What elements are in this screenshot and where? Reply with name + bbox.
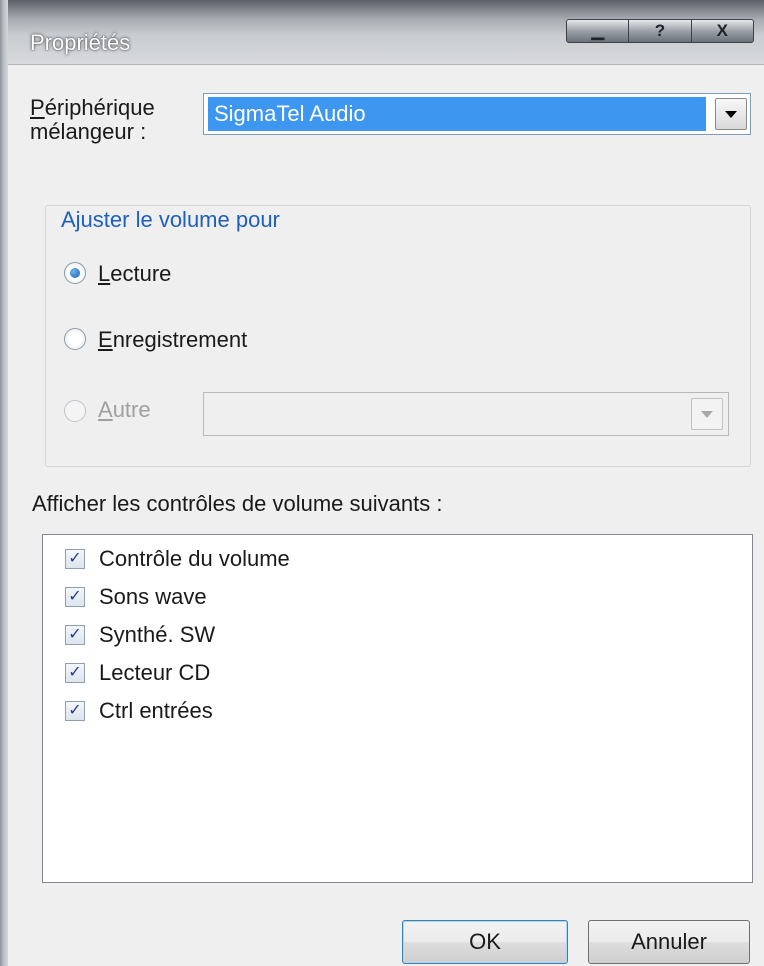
controls-heading: Afficher les contrôles de volume suivant… (32, 491, 443, 516)
radio-other-label: Autre (98, 397, 151, 422)
title-bar[interactable]: Propriétés ▁ ? X (0, 0, 764, 65)
list-item-label: Synthé. SW (99, 622, 216, 647)
properties-dialog: Propriétés ▁ ? X Périphérique mélangeur … (0, 0, 764, 966)
list-item[interactable]: ✓ Contrôle du volume (65, 546, 290, 571)
list-item[interactable]: ✓ Sons wave (65, 584, 207, 609)
list-item-label: Sons wave (99, 584, 207, 609)
chevron-down-icon (701, 410, 713, 418)
list-item-label: Lecteur CD (99, 660, 211, 685)
chevron-down-icon (725, 110, 737, 118)
list-item[interactable]: ✓ Synthé. SW (65, 622, 216, 647)
radio-recording-label[interactable]: Enregistrement (98, 328, 247, 352)
radio-recording[interactable] (64, 328, 86, 350)
checkbox-checked-icon[interactable]: ✓ (65, 587, 85, 607)
close-icon[interactable]: X (690, 20, 753, 42)
mixer-device-value: SigmaTel Audio (208, 97, 706, 131)
adjust-volume-group-title: Ajuster le volume pour (55, 207, 286, 233)
list-item[interactable]: ✓ Lecteur CD (65, 660, 211, 685)
device-label-line2: mélangeur : (30, 119, 147, 144)
checkbox-checked-icon[interactable]: ✓ (65, 701, 85, 721)
volume-controls-list[interactable]: ✓ Contrôle du volume ✓ Sons wave ✓ Synth… (42, 534, 753, 883)
window-title: Propriétés (30, 30, 131, 55)
cancel-button[interactable]: Annuler (588, 920, 750, 964)
checkbox-checked-icon[interactable]: ✓ (65, 625, 85, 645)
checkbox-checked-icon[interactable]: ✓ (65, 663, 85, 683)
mixer-device-dropdown-button[interactable] (715, 98, 747, 130)
radio-playback-label[interactable]: Lecture (98, 262, 171, 286)
minimize-icon[interactable]: ▁ (567, 20, 628, 42)
radio-playback[interactable] (64, 262, 86, 284)
ok-button[interactable]: OK (402, 920, 568, 964)
list-item-label: Contrôle du volume (99, 546, 290, 571)
help-icon[interactable]: ? (628, 20, 690, 42)
radio-selected-dot (70, 268, 80, 278)
list-item-label: Ctrl entrées (99, 698, 213, 723)
device-label-line1: Périphérique (30, 95, 155, 120)
mixer-device-select[interactable]: SigmaTel Audio (203, 93, 751, 135)
caption-buttons: ▁ ? X (566, 19, 754, 43)
radio-other (64, 400, 86, 422)
other-device-dropdown-button (691, 398, 723, 430)
window-frame-left (0, 0, 8, 966)
other-device-select (203, 392, 729, 436)
checkbox-checked-icon[interactable]: ✓ (65, 549, 85, 569)
list-item[interactable]: ✓ Ctrl entrées (65, 698, 213, 723)
